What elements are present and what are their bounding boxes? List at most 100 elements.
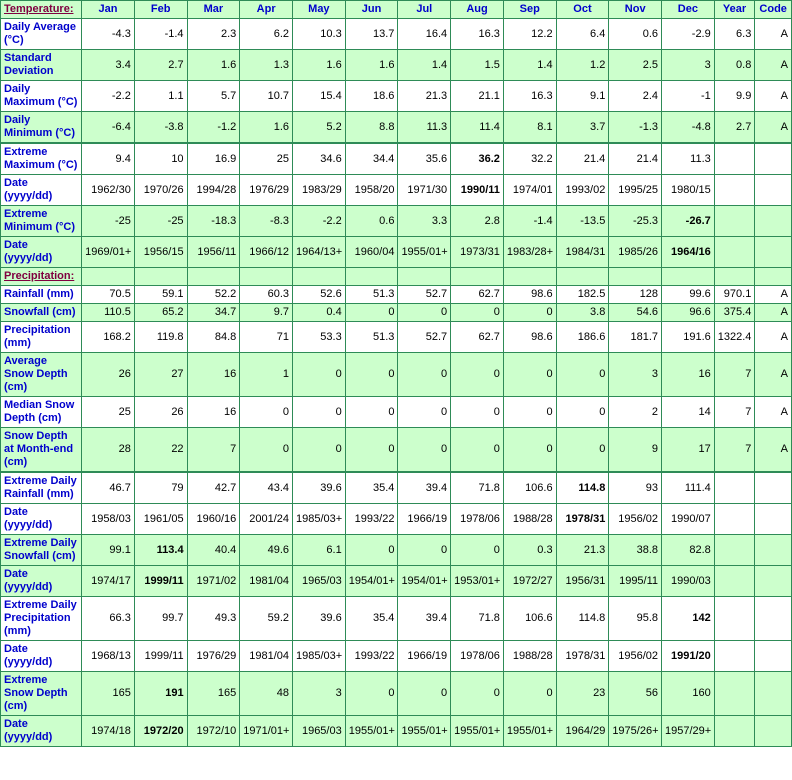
data-cell: 2.4 (608, 80, 663, 112)
row-label: Snow Depth at Month-end (cm) (0, 427, 83, 473)
data-cell: 0 (239, 396, 293, 428)
data-cell: 1966/19 (397, 503, 452, 535)
data-cell: 114.8 (555, 596, 610, 641)
column-header-jul: Jul (397, 0, 452, 19)
data-cell: 51.3 (344, 285, 399, 304)
data-cell: 2.3 (186, 18, 241, 50)
data-cell: 1983/29 (292, 174, 346, 206)
data-cell: 2001/24 (239, 503, 293, 535)
data-cell: 1322.4 (713, 321, 756, 353)
data-cell: 0 (397, 427, 452, 473)
section-header-filler (239, 267, 293, 286)
column-header-jun: Jun (344, 0, 399, 19)
data-cell: 1957/29+ (661, 715, 715, 747)
data-cell: 0 (344, 352, 399, 397)
data-cell: 21.4 (555, 142, 610, 175)
data-cell: 93 (608, 471, 663, 504)
data-cell: 1958/20 (344, 174, 399, 206)
data-cell: -26.7 (661, 205, 715, 237)
data-cell: 71.8 (450, 471, 504, 504)
data-cell: 17 (661, 427, 715, 473)
data-cell: 1983/28+ (502, 236, 557, 268)
data-cell: 16 (186, 396, 241, 428)
table-row: Snowfall (cm) 110.5 65.2 34.7 9.7 0.4 0 0 0 0 3.8 5… (0, 303, 792, 322)
data-cell: 1969/01+ (81, 236, 135, 268)
data-cell: 8.1 (502, 111, 557, 144)
row-label: Daily Minimum (°C) (0, 111, 83, 144)
data-cell: A (754, 396, 792, 428)
section-header-temperature: Temperature: (0, 0, 83, 19)
row-label: Precipitation (mm) (0, 321, 83, 353)
table-row: Rainfall (mm) 70.5 59.1 52.2 60.3 52.6 51.3 52.… (0, 285, 792, 304)
data-cell: 9.4 (81, 142, 135, 175)
data-cell: 114.8 (555, 471, 610, 504)
data-cell: 60.3 (239, 285, 293, 304)
data-cell: 1990/07 (661, 503, 715, 535)
data-cell: 1990/03 (661, 565, 715, 597)
table-header-row-temperature: Temperature: Jan Feb Mar Apr May Jun Jul Aug Sep O… (0, 0, 792, 19)
data-cell: 165 (186, 671, 241, 716)
data-cell: 11.3 (661, 142, 715, 175)
data-cell: 16.4 (397, 18, 452, 50)
data-cell (713, 534, 756, 566)
data-cell: 34.7 (186, 303, 241, 322)
data-cell: 0 (344, 396, 399, 428)
data-cell: 9.1 (555, 80, 610, 112)
data-cell (754, 596, 792, 641)
column-header-jan: Jan (81, 0, 135, 19)
table-row: Extreme Minimum (°C) -25 -25 -18.3 -8.3 -2.2 0… (0, 205, 792, 237)
data-cell: 0 (450, 427, 504, 473)
data-cell: 52.7 (397, 285, 452, 304)
data-cell: 0 (555, 427, 610, 473)
data-cell: 0 (450, 671, 504, 716)
data-cell: 1.1 (133, 80, 188, 112)
row-label: Date (yyyy/dd) (0, 236, 83, 268)
data-cell: 1953/01+ (450, 565, 504, 597)
data-cell: 191 (133, 671, 188, 716)
data-cell: 1960/16 (186, 503, 241, 535)
row-label: Extreme Snow Depth (cm) (0, 671, 83, 716)
data-cell (713, 236, 756, 268)
data-cell: -1.2 (186, 111, 241, 144)
data-cell: 0 (344, 427, 399, 473)
data-cell: 51.3 (344, 321, 399, 353)
data-cell (754, 715, 792, 747)
table-row: Extreme Daily Rainfall (mm) 46.7 79 42.7 43.… (0, 471, 792, 504)
data-cell: 6.4 (555, 18, 610, 50)
data-cell (713, 471, 756, 504)
data-cell: A (754, 80, 792, 112)
data-cell: 6.3 (713, 18, 756, 50)
data-cell: 1956/31 (555, 565, 610, 597)
data-cell: 0.4 (292, 303, 346, 322)
data-cell: A (754, 49, 792, 81)
data-cell (713, 174, 756, 206)
data-cell: A (754, 303, 792, 322)
data-cell: 1985/03+ (292, 640, 346, 672)
data-cell: 0.6 (608, 18, 663, 50)
data-cell: 1999/11 (133, 565, 188, 597)
row-label: Extreme Daily Precipitation (mm) (0, 596, 83, 641)
data-cell: -3.8 (133, 111, 188, 144)
data-cell: 82.8 (661, 534, 715, 566)
section-header-filler (450, 267, 504, 286)
data-cell: 1966/19 (397, 640, 452, 672)
column-header-nov: Nov (608, 0, 663, 19)
data-cell: 1.3 (239, 49, 293, 81)
row-label: Date (yyyy/dd) (0, 565, 83, 597)
data-cell: -18.3 (186, 205, 241, 237)
data-cell: -13.5 (555, 205, 610, 237)
data-cell: 48 (239, 671, 293, 716)
data-cell: 62.7 (450, 285, 504, 304)
data-cell: 16 (661, 352, 715, 397)
data-cell: 1978/31 (555, 503, 610, 535)
data-cell: 182.5 (555, 285, 610, 304)
data-cell: 1990/11 (450, 174, 504, 206)
data-cell: 0 (344, 534, 399, 566)
data-cell: 375.4 (713, 303, 756, 322)
data-cell: 1962/30 (81, 174, 135, 206)
data-cell: 2.7 (713, 111, 756, 144)
data-cell: 0 (502, 396, 557, 428)
data-cell: 21.3 (555, 534, 610, 566)
data-cell: 3.7 (555, 111, 610, 144)
data-cell: 11.3 (397, 111, 452, 144)
